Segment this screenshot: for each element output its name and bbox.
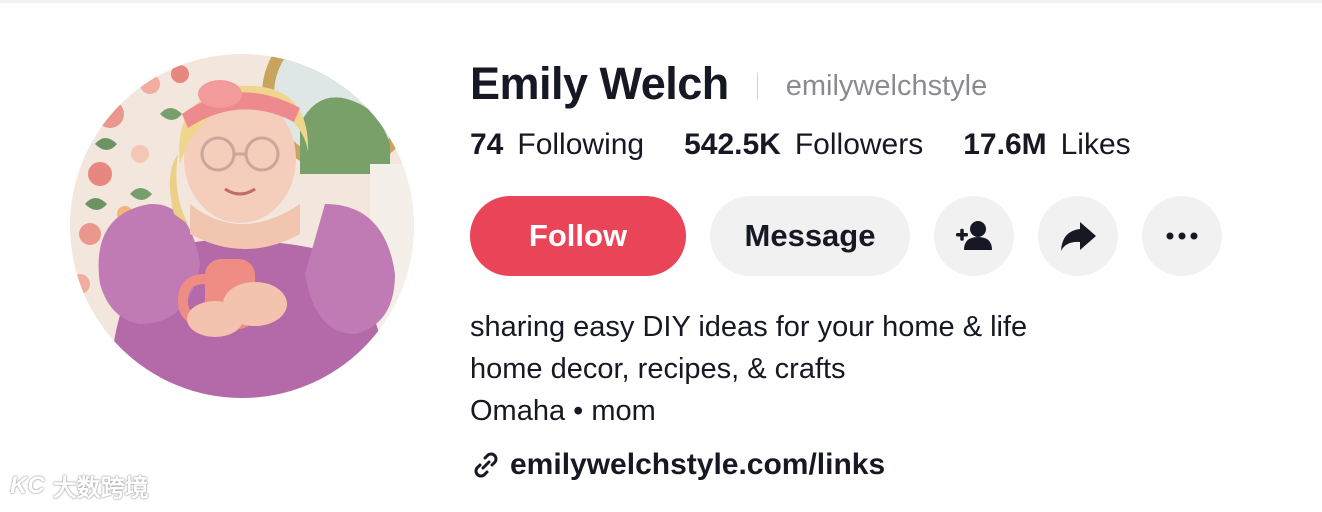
display-name: Emily Welch <box>470 58 729 109</box>
link-text[interactable]: emilywelchstyle.com/links <box>510 448 885 482</box>
followers-label: Followers <box>794 128 924 161</box>
action-buttons: Follow Message <box>470 196 1246 276</box>
link-icon <box>474 452 498 478</box>
share-button[interactable] <box>1038 196 1118 276</box>
following-count: 74 <box>470 128 504 161</box>
more-dots-icon <box>1166 232 1198 240</box>
username-handle: emilywelchstyle <box>785 69 988 102</box>
profile-link[interactable]: emilywelchstyle.com/links <box>470 448 885 482</box>
stats-row: 74 Following 542.5K Followers 17.6M Like… <box>470 128 1171 162</box>
followers-count: 542.5K <box>684 128 781 161</box>
likes-label: Likes <box>1060 128 1131 161</box>
avatar-image <box>70 54 414 398</box>
follow-button[interactable]: Follow <box>470 196 686 276</box>
more-options-button[interactable] <box>1142 196 1222 276</box>
watermark-text: 大数跨境 <box>52 475 149 502</box>
watermark-logo: KC <box>10 471 45 499</box>
name-row: Emily Welch emilywelchstyle <box>470 58 987 110</box>
bio-line: sharing easy DIY ideas for your home & l… <box>470 311 1028 343</box>
bio: sharing easy DIY ideas for your home & l… <box>470 306 1027 432</box>
name-divider <box>756 73 758 99</box>
bio-line: Omaha • mom <box>470 395 656 427</box>
following-label: Following <box>517 128 645 161</box>
message-button[interactable]: Message <box>710 196 910 276</box>
likes-count: 17.6M <box>963 128 1047 161</box>
avatar[interactable] <box>70 54 414 398</box>
bio-line: home decor, recipes, & crafts <box>470 353 846 385</box>
add-friend-button[interactable] <box>934 196 1014 276</box>
stat-likes: 17.6M Likes <box>963 128 1130 162</box>
share-arrow-icon <box>1061 222 1096 251</box>
add-user-icon <box>956 221 992 250</box>
top-divider <box>0 0 1322 3</box>
watermark: KC 大数跨境 <box>10 468 149 503</box>
stat-following[interactable]: 74 Following <box>470 128 644 162</box>
stat-followers[interactable]: 542.5K Followers <box>684 128 923 162</box>
